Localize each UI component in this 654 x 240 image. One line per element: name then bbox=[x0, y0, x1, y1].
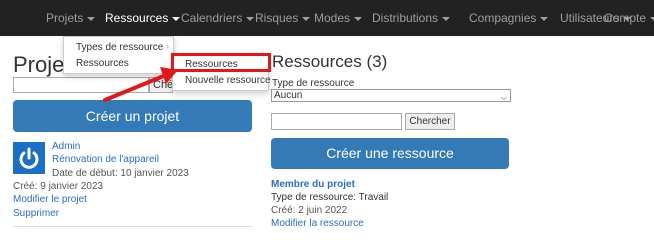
resource-type-select-value: Aucun bbox=[274, 90, 303, 101]
chevron-right-icon: › bbox=[166, 42, 169, 51]
menu-item-types-de-ressource[interactable]: Types de ressource bbox=[76, 42, 163, 53]
top-navbar: Projets Ressources Calendriers Risques M… bbox=[0, 0, 654, 36]
nav-projets[interactable]: Projets bbox=[46, 0, 96, 36]
nav-modes-label: Modes bbox=[314, 11, 351, 25]
project-author-link[interactable]: Admin bbox=[52, 141, 80, 152]
caret-down-icon bbox=[172, 16, 181, 21]
nav-risques-label: Risques bbox=[255, 11, 299, 25]
nav-modes[interactable]: Modes bbox=[314, 0, 363, 36]
nav-calendriers[interactable]: Calendriers bbox=[181, 0, 255, 36]
project-start-date: Date de début: 10 janvier 2023 bbox=[52, 168, 189, 179]
resource-type-text: Type de ressource: Travail bbox=[271, 192, 389, 203]
resource-search-input[interactable] bbox=[271, 113, 402, 130]
caret-down-icon bbox=[354, 16, 363, 21]
resource-type-select[interactable]: Aucun ⌵ bbox=[271, 89, 511, 102]
nav-distributions[interactable]: Distributions bbox=[372, 0, 451, 36]
nav-calendriers-label: Calendriers bbox=[181, 11, 243, 25]
nav-distributions-label: Distributions bbox=[372, 11, 439, 25]
power-icon bbox=[13, 142, 45, 174]
caret-down-icon bbox=[87, 16, 96, 21]
resource-name-link[interactable]: Membre du projet bbox=[271, 179, 355, 190]
delete-project-link[interactable]: Supprimer bbox=[13, 208, 59, 219]
nav-compte-label: Compte bbox=[604, 11, 647, 25]
caret-down-icon bbox=[650, 16, 654, 21]
submenu-item-label: Nouvelle ressource bbox=[185, 75, 271, 86]
edit-resource-link[interactable]: Modifier la ressource bbox=[271, 218, 364, 229]
project-created-date: Créé: 9 janvier 2023 bbox=[13, 181, 104, 192]
edit-project-link[interactable]: Modifier le projet bbox=[13, 194, 87, 205]
create-resource-button[interactable]: Créer une ressource bbox=[271, 138, 509, 169]
nav-compagnies[interactable]: Compagnies bbox=[469, 0, 549, 36]
resource-search-button[interactable]: Chercher bbox=[405, 113, 455, 130]
nav-compte[interactable]: Compte bbox=[604, 0, 654, 36]
nav-compagnies-label: Compagnies bbox=[469, 11, 537, 25]
caret-down-icon bbox=[540, 16, 549, 21]
resources-title: Ressources (3) bbox=[272, 52, 388, 71]
resource-type-label: Type de ressource bbox=[272, 78, 355, 89]
caret-down-icon bbox=[302, 16, 311, 21]
project-name-link[interactable]: Rénovation de l'appareil bbox=[52, 154, 159, 165]
resource-created-date: Créé: 2 juin 2022 bbox=[271, 205, 348, 216]
menu-item-label: Types de ressource bbox=[76, 42, 164, 53]
submenu-item-nouvelle-ressource[interactable]: Nouvelle ressource bbox=[185, 75, 271, 86]
caret-down-icon bbox=[246, 16, 255, 21]
nav-risques[interactable]: Risques bbox=[255, 0, 311, 36]
annotation-arrow-icon bbox=[103, 67, 178, 102]
nav-ressources[interactable]: Ressources bbox=[105, 0, 181, 36]
caret-down-icon bbox=[442, 16, 451, 21]
chevron-down-icon: ⌵ bbox=[500, 93, 507, 102]
nav-projets-label: Projets bbox=[46, 11, 84, 25]
nav-ressources-label: Ressources bbox=[105, 11, 169, 25]
divider bbox=[13, 226, 252, 227]
